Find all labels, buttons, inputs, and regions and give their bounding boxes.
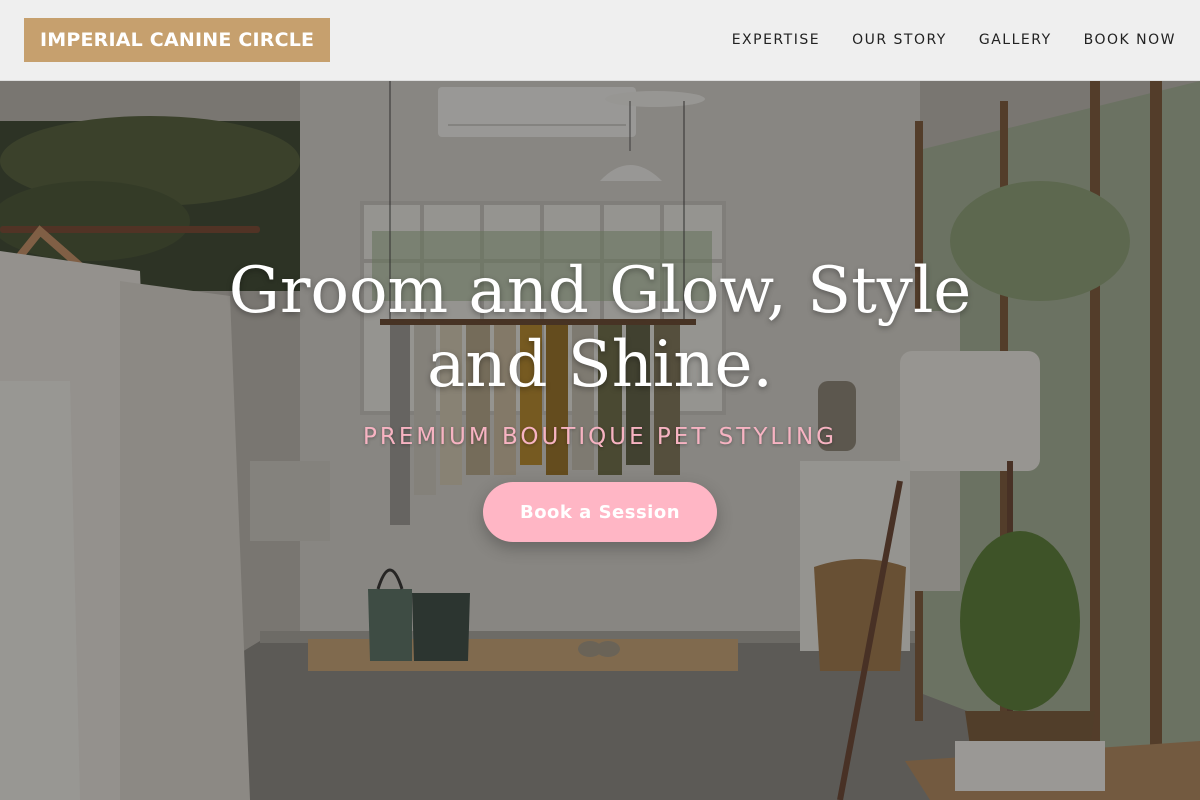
brand-logo[interactable]: IMPERIAL CANINE CIRCLE: [24, 18, 331, 62]
nav-link-our-story[interactable]: OUR STORY: [852, 32, 947, 48]
hero-headline: Groom and Glow, Style and Shine.: [228, 254, 972, 402]
nav-link-expertise[interactable]: EXPERTISE: [732, 32, 820, 48]
nav-link-book-now[interactable]: BOOK NOW: [1084, 32, 1176, 48]
nav-link-gallery[interactable]: GALLERY: [979, 32, 1052, 48]
hero-content: Groom and Glow, Style and Shine. PREMIUM…: [0, 81, 1200, 800]
hero-section: Groom and Glow, Style and Shine. PREMIUM…: [0, 81, 1200, 800]
hero-subtitle: PREMIUM BOUTIQUE PET STYLING: [362, 424, 837, 450]
main-nav: EXPERTISE OUR STORY GALLERY BOOK NOW: [732, 32, 1176, 48]
book-session-button[interactable]: Book a Session: [483, 482, 717, 542]
site-header: IMPERIAL CANINE CIRCLE EXPERTISE OUR STO…: [0, 0, 1200, 81]
